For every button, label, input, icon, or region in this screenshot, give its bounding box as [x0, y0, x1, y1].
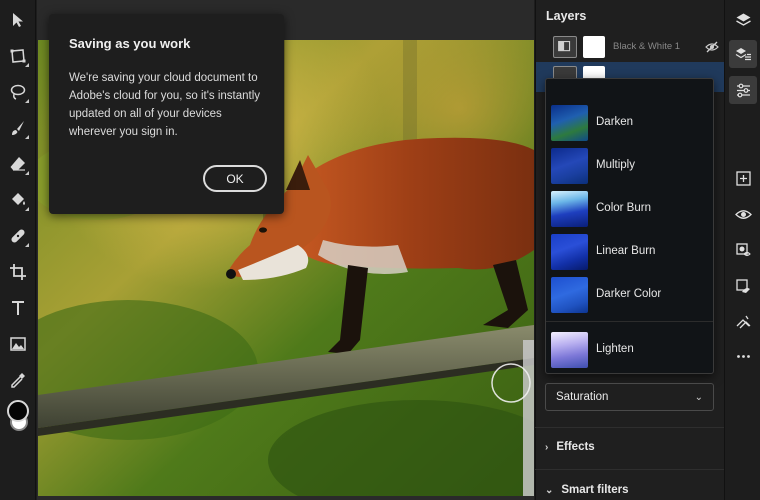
blend-thumbnail [551, 234, 588, 270]
blend-mode-select[interactable]: Saturation ⌄ [545, 383, 714, 411]
dialog-title: Saving as you work [69, 36, 191, 51]
blend-option-label: Lighten [596, 343, 634, 355]
blend-option-darken[interactable]: Darken [546, 103, 713, 143]
section-divider [535, 427, 724, 428]
more-icon[interactable] [729, 342, 757, 370]
crop-icon[interactable] [6, 260, 30, 284]
smart-filters-section-label: Smart filters [561, 484, 629, 496]
image-icon[interactable] [6, 332, 30, 356]
paint-bucket-icon[interactable] [6, 188, 30, 212]
select-icon[interactable] [6, 8, 30, 32]
saving-dialog: Saving as you work We're saving your clo… [49, 14, 284, 214]
left-toolbar [0, 0, 36, 500]
eyedropper-icon[interactable] [6, 368, 30, 392]
blend-mode-select-value: Saturation [556, 391, 609, 403]
type-icon[interactable] [6, 296, 30, 320]
blend-option-linear-burn[interactable]: Linear Burn [546, 232, 713, 272]
blend-option-label: Multiply [596, 159, 635, 171]
blend-option-label: Linear Burn [596, 245, 656, 257]
blend-thumbnail [551, 105, 588, 141]
healing-icon[interactable] [6, 224, 30, 248]
blend-option-label: Color Burn [596, 202, 651, 214]
blend-option-lighten[interactable]: Lighten [546, 330, 713, 370]
blend-thumbnail [551, 277, 588, 313]
blend-option-darker-color[interactable]: Darker Color [546, 275, 713, 315]
chevron-right-icon: › [545, 441, 549, 453]
adjustments-icon[interactable] [729, 76, 757, 104]
right-toolbar [724, 0, 760, 500]
chevron-down-icon: ⌄ [545, 484, 554, 496]
add-layer-icon[interactable] [729, 164, 757, 192]
layers-panel-title: Layers [546, 9, 587, 23]
blend-thumbnail [551, 191, 588, 227]
visibility-off-icon[interactable] [705, 40, 719, 54]
blend-option-label: Darken [596, 116, 634, 128]
layer-properties-icon[interactable] [729, 40, 757, 68]
blend-option-label: Darker Color [596, 288, 662, 300]
layers-icon[interactable] [729, 6, 757, 34]
brush-icon[interactable] [6, 116, 30, 140]
chevron-down-icon: ⌄ [694, 392, 703, 403]
lasso-icon[interactable] [6, 80, 30, 104]
effects-section-label: Effects [556, 441, 595, 453]
dialog-body: We're saving your cloud document to Adob… [69, 72, 261, 138]
layer-name: Black & White 1 [613, 41, 681, 52]
adjustment-layer-thumbnail [553, 36, 577, 58]
foreground-color-swatch[interactable] [7, 400, 29, 422]
visibility-icon[interactable] [729, 200, 757, 228]
blend-group-divider [546, 321, 713, 322]
ok-button[interactable]: OK [203, 165, 267, 192]
blend-option-multiply[interactable]: Multiply [546, 146, 713, 186]
blend-thumbnail [551, 148, 588, 184]
section-divider [535, 469, 724, 470]
transform-icon[interactable] [6, 44, 30, 68]
blend-mode-dropdown: Darken Multiply Color Burn Linear Burn D… [545, 78, 714, 374]
blend-option-color-burn[interactable]: Color Burn [546, 189, 713, 229]
fx-icon[interactable] [729, 308, 757, 336]
clipping-icon[interactable] [729, 272, 757, 300]
layer-mask-thumbnail [583, 36, 605, 58]
blend-thumbnail [551, 332, 588, 368]
layer-row[interactable]: Black & White 1 [536, 32, 725, 62]
smart-filters-section[interactable]: ⌄ Smart filters [545, 484, 629, 496]
effects-section[interactable]: › Effects [545, 441, 595, 453]
mask-icon[interactable] [729, 236, 757, 264]
eraser-icon[interactable] [6, 152, 30, 176]
